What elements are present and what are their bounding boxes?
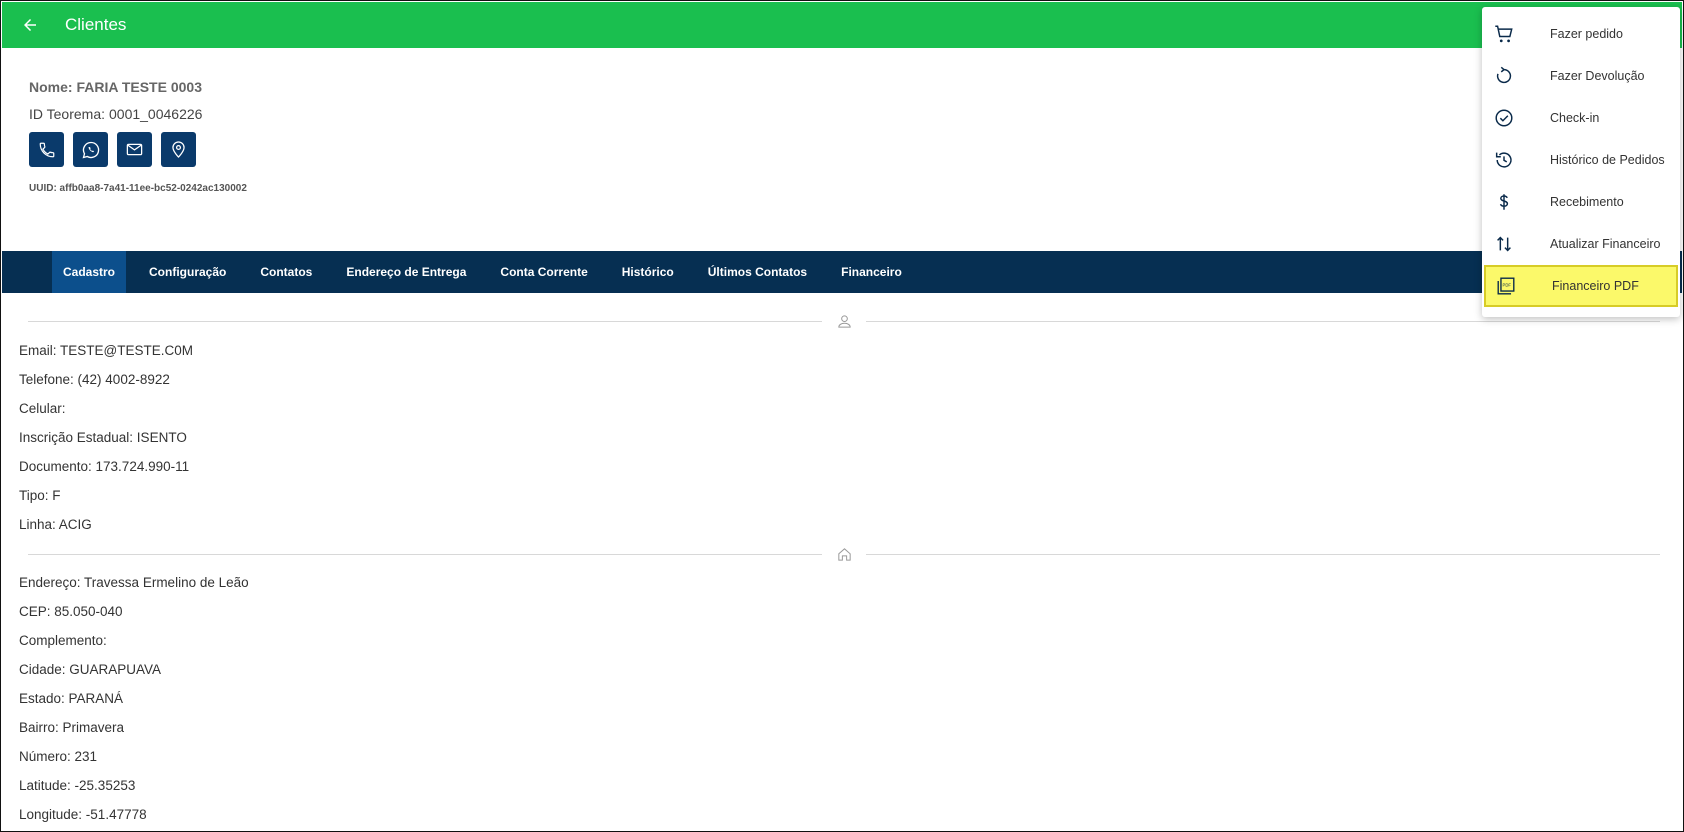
- menu-item-historico-de-pedidos[interactable]: Histórico de Pedidos: [1482, 139, 1680, 181]
- tab-contatos[interactable]: Contatos: [243, 251, 329, 293]
- detail-linha: Linha: ACIG: [19, 517, 92, 532]
- detail-endereco: Endereço: Travessa Ermelino de Leão: [19, 575, 249, 590]
- address-details: Endereço: Travessa Ermelino de Leão CEP:…: [19, 568, 249, 829]
- mail-icon: [126, 143, 143, 156]
- detail-latitude: Latitude: -25.35253: [19, 778, 136, 793]
- top-app-bar: Clientes: [2, 2, 1682, 48]
- section-divider-address: [28, 544, 1660, 564]
- detail-email: Email: TESTE@TESTE.C0M: [19, 343, 193, 358]
- svg-text:PDF: PDF: [1503, 282, 1512, 287]
- client-id-value: 0001_0046226: [109, 106, 203, 122]
- detail-longitude: Longitude: -51.47778: [19, 807, 147, 822]
- check-circle-icon: [1495, 109, 1513, 127]
- phone-icon: [39, 142, 54, 157]
- detail-cidade: Cidade: GUARAPUAVA: [19, 662, 162, 677]
- pdf-icon: PDF: [1497, 277, 1515, 295]
- client-summary: Nome: FARIA TESTE 0003 ID Teorema: 0001_0…: [29, 79, 247, 194]
- detail-bairro: Bairro: Primavera: [19, 720, 125, 735]
- detail-cep: CEP: 85.050-040: [19, 604, 123, 619]
- location-pin-icon: [172, 141, 185, 158]
- client-name-value: FARIA TESTE 0003: [76, 79, 202, 95]
- app-window: Clientes Nome: FARIA TESTE 0003 ID Teore…: [0, 0, 1684, 832]
- tab-endereco-de-entrega[interactable]: Endereço de Entrega: [329, 251, 483, 293]
- tab-cadastro[interactable]: Cadastro: [52, 251, 127, 293]
- personal-details: Email: TESTE@TESTE.C0M Telefone: (42) 40…: [19, 336, 193, 539]
- menu-item-fazer-devolucao[interactable]: Fazer Devolução: [1482, 55, 1680, 97]
- tab-historico[interactable]: Histórico: [605, 251, 691, 293]
- detail-numero: Número: 231: [19, 749, 98, 764]
- detail-documento: Documento: 173.724.990-11: [19, 459, 190, 474]
- client-name: Nome: FARIA TESTE 0003: [29, 79, 247, 95]
- swap-vertical-icon: [1497, 236, 1511, 252]
- menu-item-atualizar-financeiro[interactable]: Atualizar Financeiro: [1482, 223, 1680, 265]
- actions-menu: Fazer pedido Fazer Devolução Check-in Hi…: [1482, 7, 1680, 317]
- detail-telefone: Telefone: (42) 4002-8922: [19, 372, 170, 387]
- whatsapp-button[interactable]: [73, 132, 108, 167]
- menu-item-label: Fazer Devolução: [1550, 69, 1645, 83]
- menu-item-label: Fazer pedido: [1550, 27, 1623, 41]
- menu-item-financeiro-pdf[interactable]: PDF Financeiro PDF: [1484, 265, 1678, 307]
- client-id: ID Teorema: 0001_0046226: [29, 106, 247, 122]
- tab-ultimos-contatos[interactable]: Últimos Contatos: [691, 251, 824, 293]
- detail-estado: Estado: PARANÁ: [19, 691, 124, 706]
- contact-buttons: [29, 132, 247, 167]
- detail-tipo: Tipo: F: [19, 488, 61, 503]
- client-id-label: ID Teorema:: [29, 106, 105, 122]
- page-title: Clientes: [65, 15, 127, 34]
- menu-item-recebimento[interactable]: Recebimento: [1482, 181, 1680, 223]
- history-icon: [1495, 152, 1512, 168]
- client-uuid: UUID: affb0aa8-7a41-11ee-bc52-0242ac1300…: [29, 183, 247, 194]
- email-button[interactable]: [117, 132, 152, 167]
- menu-item-label: Atualizar Financeiro: [1550, 237, 1661, 251]
- menu-item-fazer-pedido[interactable]: Fazer pedido: [1482, 13, 1680, 55]
- arrow-left-icon: [24, 19, 36, 31]
- menu-item-check-in[interactable]: Check-in: [1482, 97, 1680, 139]
- detail-complemento: Complemento:: [19, 633, 107, 648]
- tab-configuracao[interactable]: Configuração: [132, 251, 243, 293]
- tab-conta-corrente[interactable]: Conta Corrente: [483, 251, 604, 293]
- menu-item-label: Recebimento: [1550, 195, 1624, 209]
- back-button[interactable]: [17, 12, 43, 38]
- cart-icon: [1495, 25, 1513, 43]
- menu-item-label: Histórico de Pedidos: [1550, 153, 1665, 167]
- menu-item-label: Check-in: [1550, 111, 1600, 125]
- home-icon: [837, 547, 851, 561]
- call-button[interactable]: [29, 132, 64, 167]
- detail-celular: Celular:: [19, 401, 66, 416]
- tab-bar: Cadastro Configuração Contatos Endereço …: [2, 251, 1682, 293]
- section-divider-personal: [28, 311, 1660, 331]
- refresh-icon: [1496, 66, 1512, 84]
- detail-inscricao-estadual: Inscrição Estadual: ISENTO: [19, 430, 187, 445]
- client-name-label: Nome:: [29, 79, 73, 95]
- dollar-icon: [1499, 194, 1509, 210]
- menu-item-label: Financeiro PDF: [1552, 279, 1639, 293]
- location-button[interactable]: [161, 132, 196, 167]
- whatsapp-icon: [82, 141, 99, 158]
- tab-financeiro[interactable]: Financeiro: [824, 251, 919, 293]
- person-icon: [837, 314, 851, 328]
